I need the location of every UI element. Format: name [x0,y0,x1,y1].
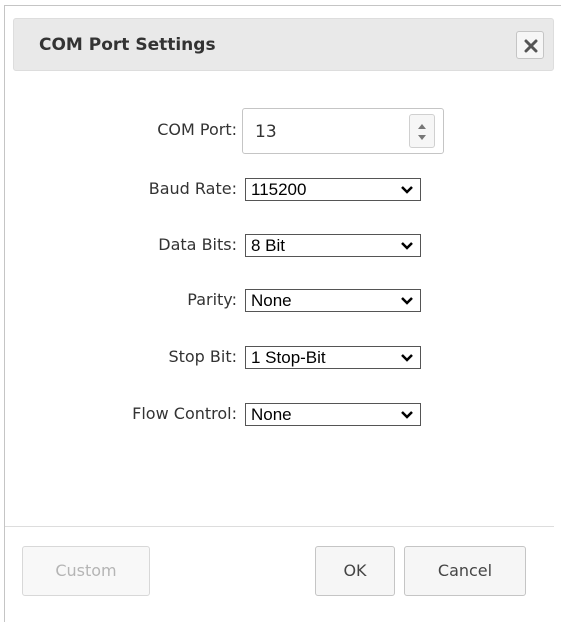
flow-control-label: Flow Control: [132,404,237,423]
data-bits-select[interactable]: 8 Bit [245,234,421,257]
parity-label: Parity: [187,290,237,309]
dialog-titlebar[interactable]: COM Port Settings [13,18,554,71]
com-port-settings-dialog: COM Port Settings COM Port: 13 Baud Rate… [4,5,561,622]
parity-select[interactable]: None [245,289,421,312]
flow-control-value: None [251,405,292,424]
chevron-down-icon [401,186,413,194]
footer-divider [5,526,554,527]
stop-bit-select[interactable]: 1 Stop-Bit [245,346,421,369]
spinner-arrows[interactable] [409,114,435,148]
spinner-down-icon[interactable] [418,135,426,140]
stop-bit-label: Stop Bit: [168,347,237,366]
chevron-down-icon [401,411,413,419]
stop-bit-value: 1 Stop-Bit [251,348,326,367]
close-icon [524,39,538,53]
cancel-button[interactable]: Cancel [404,546,526,596]
dialog-title: COM Port Settings [39,35,216,55]
flow-control-select[interactable]: None [245,403,421,426]
data-bits-value: 8 Bit [251,236,286,255]
parity-value: None [251,291,292,310]
baud-rate-select[interactable]: 115200 [245,178,421,201]
chevron-down-icon [401,242,413,250]
spinner-up-icon[interactable] [418,124,426,129]
com-port-label: COM Port: [157,120,237,139]
ok-button[interactable]: OK [315,546,395,596]
com-port-value[interactable]: 13 [255,122,277,142]
chevron-down-icon [401,297,413,305]
data-bits-label: Data Bits: [158,235,237,254]
baud-rate-value: 115200 [251,180,307,199]
custom-button[interactable]: Custom [22,546,150,596]
chevron-down-icon [401,354,413,362]
com-port-spinner[interactable]: 13 [242,108,444,154]
close-button[interactable] [516,31,544,59]
baud-rate-label: Baud Rate: [148,179,237,198]
